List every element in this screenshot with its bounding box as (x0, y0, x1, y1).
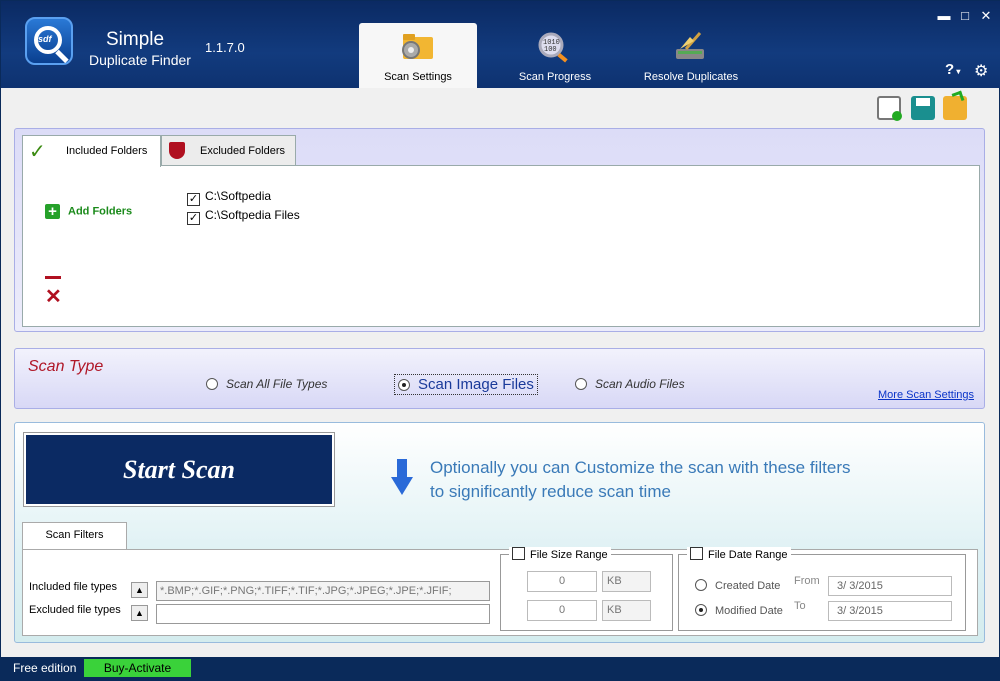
folders-panel: ✓ Included Folders Excluded Folders + Add… (14, 128, 985, 332)
folder-list: + Add Folders ✓ C:\Softpedia ✓ C:\Softpedia… (22, 165, 980, 327)
app-logo-icon: sdf (25, 17, 73, 65)
tab-scan-progress[interactable]: 1010 100 Scan Progress (496, 23, 614, 88)
filter-hint-text: Optionally you can Customize the scan wi… (430, 458, 851, 501)
size-max-unit[interactable]: KB (602, 600, 651, 621)
status-bar: Free edition Buy-Activate (1, 657, 1000, 681)
edition-label: Free edition (13, 661, 77, 675)
checkmark-icon: ✓ (29, 141, 46, 163)
folder-item[interactable]: ✓ C:\Softpedia (187, 189, 271, 206)
more-scan-settings-link[interactable]: More Scan Settings (878, 389, 974, 401)
radio-label: Scan Audio Files (595, 377, 685, 391)
size-min-spinner[interactable]: 0 (527, 571, 597, 592)
minimize-button[interactable]: ▬ (937, 9, 951, 22)
tab-scan-settings[interactable]: Scan Settings (359, 23, 477, 88)
size-max-spinner[interactable]: 0 (527, 600, 597, 621)
filters-area: Included file types ▲ *.BMP;*.GIF;*.PNG;… (22, 547, 978, 636)
file-date-legend[interactable]: File Date Range (687, 547, 791, 561)
folder-item[interactable]: ✓ C:\Softpedia Files (187, 208, 300, 225)
date-from-picker[interactable]: 3/ 3/2015 (828, 576, 952, 596)
radio-button[interactable] (695, 604, 707, 616)
tab-included-folders[interactable]: ✓ Included Folders (22, 135, 161, 167)
scan-type-title: Scan Type (28, 358, 104, 375)
clear-folders-icon[interactable]: ✕ (45, 287, 62, 307)
radio-button[interactable] (575, 378, 587, 390)
buy-activate-button[interactable]: Buy-Activate (84, 659, 191, 677)
magnifier-binary-icon: 1010 100 (538, 32, 568, 63)
tab-excluded-folders[interactable]: Excluded Folders (161, 135, 296, 166)
file-date-checkbox[interactable] (690, 547, 703, 560)
file-date-label: File Date Range (708, 549, 788, 561)
tab-resolve-duplicates[interactable]: Resolve Duplicates (632, 23, 750, 88)
size-min-unit[interactable]: KB (602, 571, 651, 592)
start-scan-button[interactable]: Start Scan (23, 432, 335, 507)
file-size-checkbox[interactable] (512, 547, 525, 560)
save-icon[interactable] (911, 96, 935, 120)
add-folders-label: Add Folders (68, 205, 133, 218)
tab-excluded-label: Excluded Folders (200, 145, 285, 157)
add-folders-button[interactable]: + Add Folders (45, 204, 132, 219)
broom-disk-icon (676, 32, 704, 59)
tab-included-label: Included Folders (66, 145, 148, 157)
radio-label: Created Date (715, 580, 781, 592)
app-name-line1: Simple (106, 29, 165, 50)
tab-label: Scan Progress (518, 71, 592, 83)
new-window-icon[interactable] (877, 96, 902, 121)
logo-text: sdf (38, 34, 52, 44)
radio-label: Modified Date (715, 605, 783, 617)
file-size-legend[interactable]: File Size Range (509, 547, 611, 561)
date-to-picker[interactable]: 3/ 3/2015 (828, 601, 952, 621)
file-date-group: File Date Range Created Date Modified Da… (678, 547, 966, 631)
folder-checkbox[interactable]: ✓ (187, 193, 200, 206)
from-label: From (794, 575, 820, 587)
help-icon[interactable]: ? ▾ (945, 61, 960, 78)
close-button[interactable]: ✕ (979, 9, 993, 22)
excluded-collapse-button[interactable]: ▲ (131, 605, 148, 621)
tab-scan-filters[interactable]: Scan Filters (22, 522, 127, 549)
app-window: sdf Simple Duplicate Finder 1.1.7.0 Scan… (0, 0, 1000, 681)
title-bar: sdf Simple Duplicate Finder 1.1.7.0 Scan… (1, 1, 1000, 88)
included-types-label: Included file types (29, 581, 118, 593)
tab-label: Resolve Duplicates (643, 71, 739, 83)
plus-icon: + (45, 204, 60, 219)
help-glyph: ? (945, 61, 955, 78)
open-folder-icon[interactable] (943, 90, 967, 120)
file-types-group: Included file types ▲ *.BMP;*.GIF;*.PNG;… (23, 554, 495, 631)
folder-gear-icon (402, 34, 433, 59)
excluded-types-label: Excluded file types (29, 604, 121, 616)
app-version: 1.1.7.0 (205, 40, 245, 55)
excluded-types-input[interactable] (156, 604, 490, 624)
radio-label: Scan Image Files (418, 376, 534, 393)
svg-text:100: 100 (544, 46, 557, 54)
folder-checkbox[interactable]: ✓ (187, 212, 200, 225)
radio-scan-all[interactable]: Scan All File Types (206, 377, 327, 391)
remove-folder-icon[interactable] (45, 276, 61, 279)
to-label: To (794, 600, 806, 612)
file-size-label: File Size Range (530, 549, 608, 561)
radio-button[interactable] (206, 378, 218, 390)
arrow-down-icon (391, 459, 413, 495)
toolbar (877, 90, 977, 122)
included-collapse-button[interactable]: ▲ (131, 582, 148, 598)
app-name-line2: Duplicate Finder (89, 52, 191, 68)
modified-date-option[interactable]: Modified Date (695, 604, 783, 617)
radio-scan-audio[interactable]: Scan Audio Files (575, 377, 685, 391)
radio-button[interactable] (398, 379, 410, 391)
radio-button[interactable] (695, 579, 707, 591)
included-types-input[interactable]: *.BMP;*.GIF;*.PNG;*.TIFF;*.TIF;*.JPG;*.J… (156, 581, 490, 601)
settings-icon[interactable]: ⚙ (974, 61, 988, 81)
maximize-button[interactable]: □ (958, 9, 972, 22)
tab-label: Scan Settings (384, 71, 452, 83)
main-panel: Start Scan Optionally you can Customize … (14, 422, 985, 643)
radio-scan-image[interactable]: Scan Image Files (394, 374, 538, 395)
folder-path: C:\Softpedia (205, 189, 272, 203)
scan-type-panel: Scan Type Scan All File Types Scan Image… (14, 348, 985, 409)
folder-path: C:\Softpedia Files (205, 208, 300, 222)
shield-icon (169, 142, 185, 159)
created-date-option[interactable]: Created Date (695, 579, 780, 592)
file-size-group: File Size Range 0 KB 0 KB (500, 547, 673, 631)
radio-label: Scan All File Types (226, 377, 328, 391)
